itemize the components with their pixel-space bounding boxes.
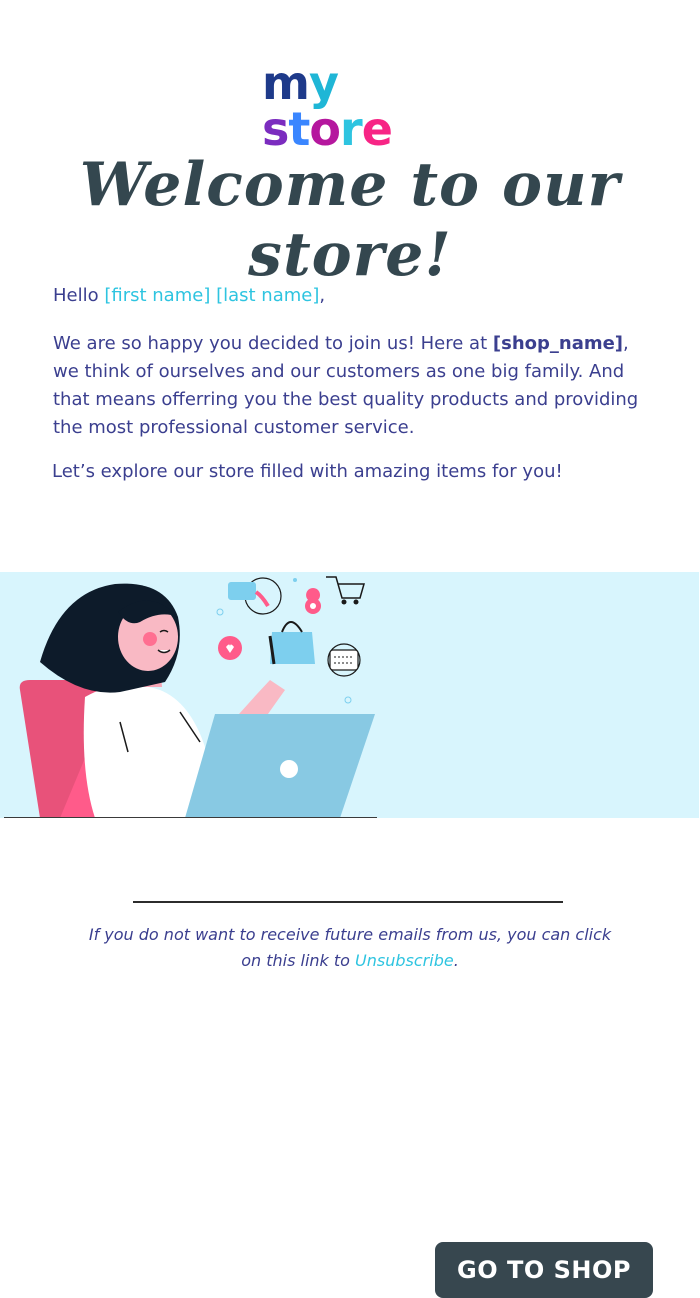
first-name-placeholder: [first name] bbox=[104, 285, 211, 306]
shop-name-placeholder: [shop_name] bbox=[492, 333, 624, 354]
footer-end: . bbox=[453, 951, 459, 970]
greeting-comma: , bbox=[319, 285, 326, 306]
intro-before: We are so happy you decided to join us! … bbox=[53, 333, 493, 354]
footer-text: If you do not want to receive future ema… bbox=[88, 925, 612, 970]
greeting-hello: Hello bbox=[53, 285, 99, 306]
shop-banner: GO TO SHOP bbox=[0, 572, 699, 1298]
logo-letter: e bbox=[361, 102, 393, 156]
logo-letter: s bbox=[262, 102, 289, 156]
banner-baseline bbox=[4, 817, 377, 818]
woman-shopping-illustration bbox=[19, 576, 375, 818]
footer-divider bbox=[133, 901, 563, 903]
greeting-line: Hello [first name] [last name], bbox=[53, 285, 325, 306]
logo-letter: o bbox=[309, 102, 341, 156]
go-to-shop-button[interactable]: GO TO SHOP bbox=[435, 1242, 653, 1298]
intro-paragraph: We are so happy you decided to join us! … bbox=[53, 330, 643, 442]
unsubscribe-notice: If you do not want to receive future ema… bbox=[80, 922, 620, 974]
logo-letter: t bbox=[288, 102, 310, 156]
logo-letter: r bbox=[340, 102, 363, 156]
logo-wordmark: my store bbox=[262, 60, 438, 152]
unsubscribe-link[interactable]: Unsubscribe bbox=[355, 951, 454, 970]
page-title: Welcome to our store! bbox=[79, 150, 621, 290]
last-name-placeholder: [last name] bbox=[216, 285, 320, 306]
explore-line: Let’s explore our store filled with amaz… bbox=[52, 461, 563, 482]
store-logo: my store bbox=[262, 60, 438, 152]
